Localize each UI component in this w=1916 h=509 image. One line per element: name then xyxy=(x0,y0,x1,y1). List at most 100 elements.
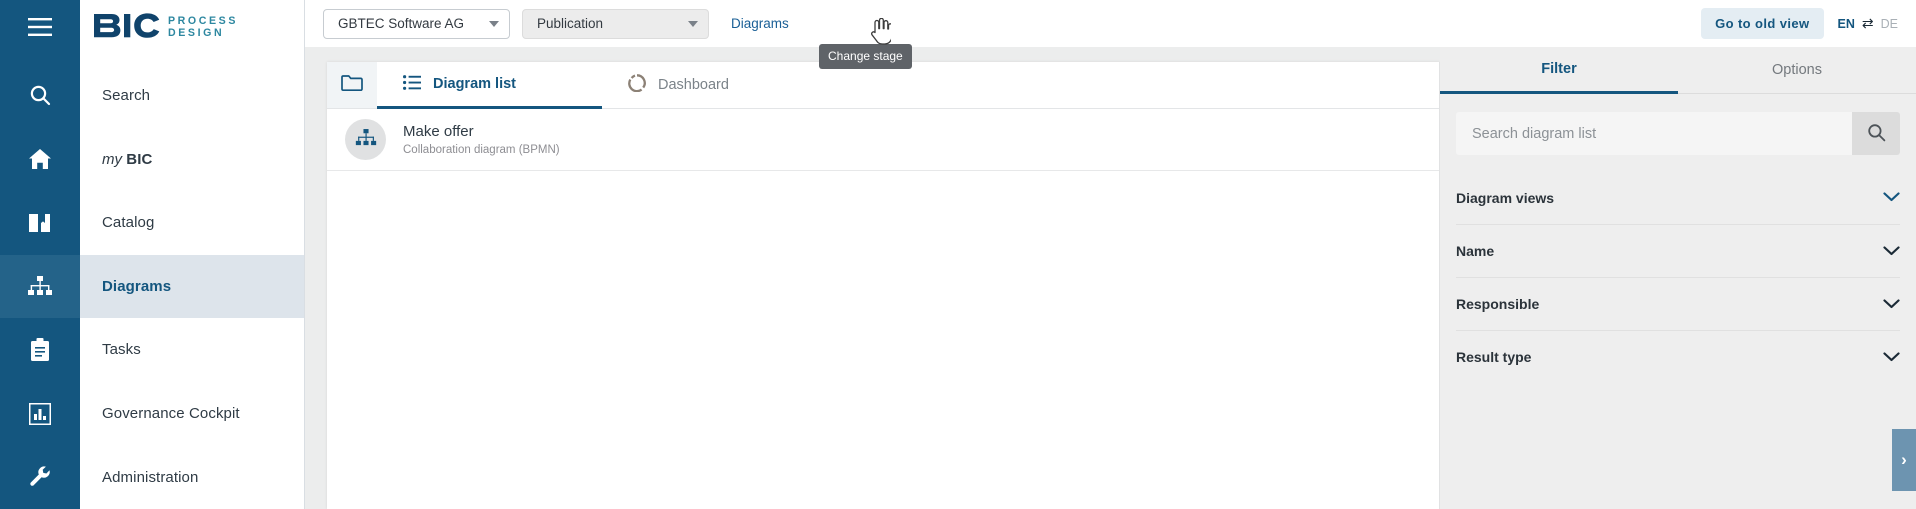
swap-icon[interactable]: ⇄ xyxy=(1862,15,1874,32)
sidebar-item-label: Administration xyxy=(102,468,199,486)
sidebar-item-label: Tasks xyxy=(102,341,141,359)
sidebar-item-administration[interactable]: Administration xyxy=(80,445,304,509)
sidebar-item-tasks[interactable]: Tasks xyxy=(80,318,304,382)
tabbar-filler xyxy=(812,62,1439,109)
collapse-filter-button[interactable]: › xyxy=(1892,429,1916,491)
icon-rail xyxy=(0,0,80,509)
stage-select-value: Publication xyxy=(537,16,604,31)
list-item-title: Make offer xyxy=(403,122,474,140)
brand-logo[interactable]: PROCESS DESIGN xyxy=(80,0,304,55)
app-root: PROCESS DESIGN Search my BIC Catalog Dia… xyxy=(0,0,1916,509)
panel-tabbar: Diagram list Dashboard xyxy=(327,62,1439,109)
hierarchy-icon xyxy=(27,275,53,297)
sidebar-item-label: Catalog xyxy=(102,214,155,232)
sidebar-nav: PROCESS DESIGN Search my BIC Catalog Dia… xyxy=(80,0,305,509)
rail-item-search[interactable] xyxy=(0,64,80,128)
filter-search-wrapper xyxy=(1440,94,1916,155)
sidebar-item-label: Search xyxy=(102,86,151,104)
sidebar-item-catalog[interactable]: Catalog xyxy=(80,191,304,255)
stage: GBTEC Software AG Publication Diagrams G… xyxy=(305,0,1916,509)
rail-item-mybic[interactable] xyxy=(0,127,80,191)
folder-icon xyxy=(341,74,363,97)
organization-select[interactable]: GBTEC Software AG xyxy=(323,8,510,39)
list-item-subtitle: Collaboration diagram (BPMN) xyxy=(403,144,560,157)
filter-section-result-type[interactable]: Result type xyxy=(1456,330,1900,383)
breadcrumb[interactable]: Diagrams xyxy=(731,16,789,31)
book-icon xyxy=(28,212,52,234)
diagram-panel: Diagram list Dashboard Make offer Collab… xyxy=(327,62,1440,509)
filter-section-diagram-views[interactable]: Diagram views xyxy=(1456,171,1900,224)
chevron-down-icon xyxy=(688,20,698,27)
search-icon xyxy=(28,83,52,107)
tab-diagram-list[interactable]: Diagram list xyxy=(377,62,602,109)
sidebar-item-label: Diagrams xyxy=(102,277,172,295)
filter-section-name[interactable]: Name xyxy=(1456,224,1900,277)
content-wrapper: Diagram list Dashboard Make offer Collab… xyxy=(305,47,1440,509)
chevron-down-icon xyxy=(1883,349,1900,366)
sidebar-item-label: Governance Cockpit xyxy=(102,405,240,423)
diagram-list: Make offer Collaboration diagram (BPMN) xyxy=(327,109,1439,509)
tab-filter[interactable]: Filter xyxy=(1440,47,1678,94)
avatar xyxy=(345,119,386,160)
rail-spacer xyxy=(0,55,80,64)
filter-section-responsible[interactable]: Responsible xyxy=(1456,277,1900,330)
chevron-down-icon xyxy=(489,20,499,27)
filter-sidebar: Filter Options Search diagram list Diagr… xyxy=(1440,47,1916,509)
tab-label: Options xyxy=(1772,62,1822,78)
chevron-down-icon xyxy=(1883,243,1900,260)
go-to-old-view-button[interactable]: Go to old view xyxy=(1701,8,1824,39)
donut-chart-icon xyxy=(628,74,646,96)
sidebar-item-search[interactable]: Search xyxy=(80,64,304,128)
filter-accordion: Diagram views Name Responsible Result ty… xyxy=(1440,171,1916,383)
rail-item-catalog[interactable] xyxy=(0,191,80,255)
rail-item-tasks[interactable] xyxy=(0,318,80,382)
org-chart-icon xyxy=(355,128,377,152)
filter-section-label: Result type xyxy=(1456,349,1532,365)
home-icon xyxy=(28,148,52,170)
hamburger-menu-icon[interactable] xyxy=(0,0,80,55)
bar-chart-icon xyxy=(29,402,51,425)
tab-label: Dashboard xyxy=(658,77,729,93)
filter-section-label: Responsible xyxy=(1456,296,1540,312)
rail-item-governance-cockpit[interactable] xyxy=(0,382,80,446)
stage-select[interactable]: Publication xyxy=(522,8,709,39)
sidebar-item-label-prefix: my xyxy=(102,150,122,168)
list-item[interactable]: Make offer Collaboration diagram (BPMN) xyxy=(327,109,1439,171)
svg-text:DESIGN: DESIGN xyxy=(168,27,224,39)
search-box xyxy=(1456,112,1900,155)
sidebar-item-label: BIC xyxy=(126,150,153,168)
search-button[interactable] xyxy=(1852,112,1900,155)
filter-section-label: Diagram views xyxy=(1456,189,1555,206)
top-bar: GBTEC Software AG Publication Diagrams G… xyxy=(305,0,1916,47)
organization-select-value: GBTEC Software AG xyxy=(338,16,465,31)
sidebar-item-mybic[interactable]: my BIC xyxy=(80,127,304,191)
wrench-icon xyxy=(28,465,52,489)
svg-text:PROCESS: PROCESS xyxy=(168,15,238,27)
list-item-text: Make offer Collaboration diagram (BPMN) xyxy=(403,123,560,157)
bic-process-design-logo: PROCESS DESIGN xyxy=(94,13,238,39)
tab-label: Filter xyxy=(1541,61,1577,77)
tab-options[interactable]: Options xyxy=(1678,47,1916,94)
chevron-down-icon xyxy=(1883,189,1900,206)
search-input[interactable] xyxy=(1456,112,1852,155)
body-area: Diagram list Dashboard Make offer Collab… xyxy=(305,47,1916,509)
rail-item-diagrams[interactable] xyxy=(0,254,80,319)
language-de[interactable]: DE xyxy=(1881,17,1898,31)
sidebar-item-governance-cockpit[interactable]: Governance Cockpit xyxy=(80,382,304,446)
folder-tab-button[interactable] xyxy=(327,62,377,109)
sidebar-item-diagrams[interactable]: Diagrams xyxy=(80,254,304,319)
top-bar-right: Go to old view EN ⇄ DE xyxy=(1701,8,1898,39)
filter-section-label: Name xyxy=(1456,243,1495,259)
list-icon xyxy=(403,74,421,94)
search-icon xyxy=(1867,123,1886,145)
rail-item-administration[interactable] xyxy=(0,445,80,509)
language-en[interactable]: EN xyxy=(1838,17,1855,31)
tooltip-change-stage: Change stage xyxy=(819,44,912,69)
chevron-down-icon xyxy=(1883,296,1900,313)
clipboard-icon xyxy=(30,337,50,362)
tab-dashboard[interactable]: Dashboard xyxy=(602,62,812,109)
language-switcher: EN ⇄ DE xyxy=(1838,15,1898,32)
filter-tabbar: Filter Options xyxy=(1440,47,1916,94)
tab-label: Diagram list xyxy=(433,76,516,92)
